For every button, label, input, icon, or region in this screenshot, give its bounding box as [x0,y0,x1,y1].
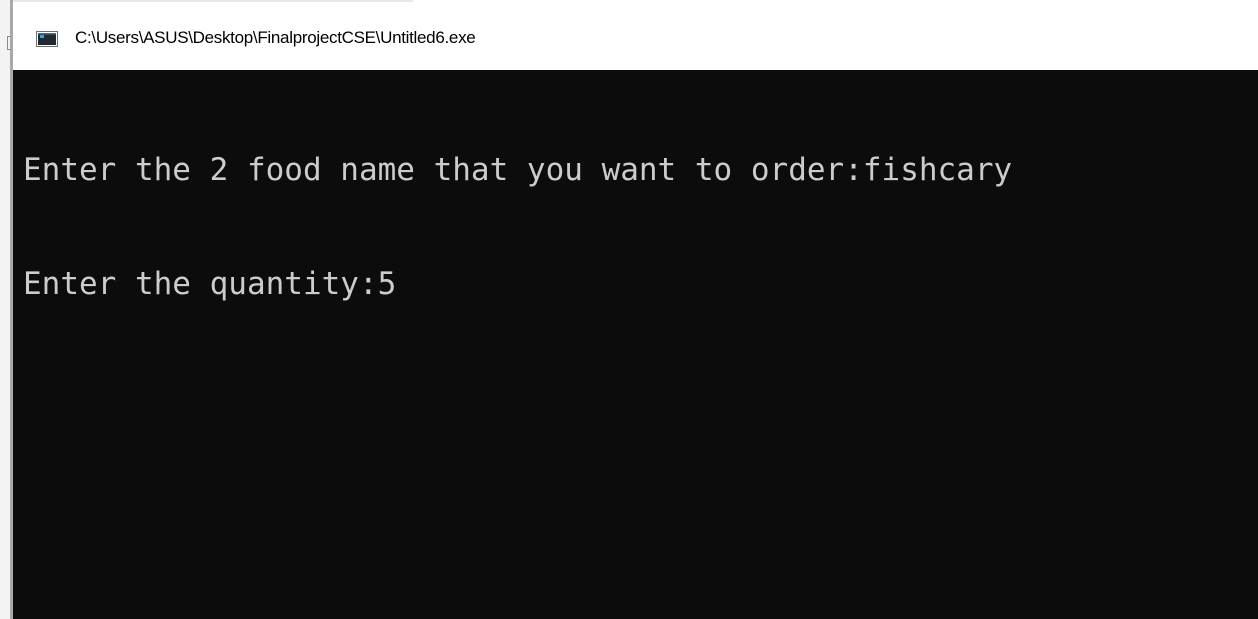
window-title: C:\Users\ASUS\Desktop\FinalprojectCSE\Un… [75,28,476,47]
console-output-area[interactable]: Enter the 2 food name that you want to o… [13,70,1258,619]
console-output: Enter the 2 food name that you want to o… [23,75,1012,379]
console-app-icon[interactable] [36,31,58,47]
background-window-top [13,0,413,2]
screen: C:\Users\ASUS\Desktop\FinalprojectCSE\Un… [0,0,1258,619]
background-window-edge [0,0,13,619]
console-title-bar[interactable]: C:\Users\ASUS\Desktop\FinalprojectCSE\Un… [13,8,1258,70]
window-border-notch [7,36,11,50]
console-line: Enter the 2 food name that you want to o… [23,152,1013,188]
console-line: Enter the quantity:5 [23,266,397,302]
